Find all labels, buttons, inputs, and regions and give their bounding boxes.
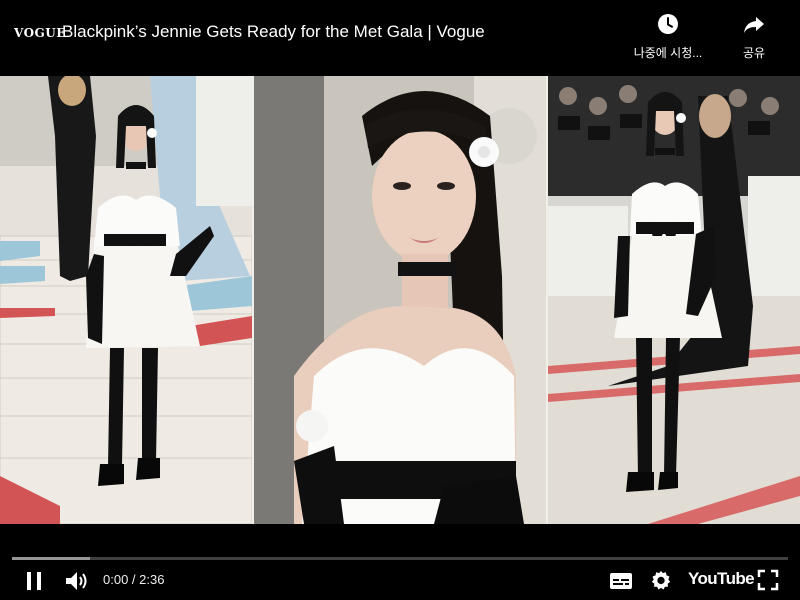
clock-icon [658, 14, 678, 34]
volume-icon [66, 572, 87, 590]
settings-icon [651, 570, 671, 590]
video-player[interactable]: VOGUE Blackpink’s Jennie Gets Ready for … [0, 0, 800, 600]
video-panel-left [0, 76, 252, 524]
pause-button[interactable] [22, 569, 46, 593]
progress-buffered [12, 557, 90, 560]
video-title[interactable]: Blackpink’s Jennie Gets Ready for the Me… [62, 22, 485, 42]
collage-photo-left [0, 76, 252, 524]
pause-icon [27, 572, 41, 590]
progress-bar[interactable] [12, 557, 788, 560]
video-panel-center [254, 76, 546, 524]
share-label: 공유 [742, 46, 766, 60]
time-display: 0:00 / 2:36 [103, 572, 165, 587]
collage-photo-right [548, 76, 800, 524]
video-frame[interactable] [0, 76, 800, 524]
fullscreen-button[interactable] [757, 569, 779, 591]
collage-photo-center [254, 76, 546, 524]
youtube-logo[interactable]: YouTube [688, 569, 755, 589]
share-button[interactable]: 공유 [728, 12, 780, 61]
mute-button[interactable] [64, 569, 90, 593]
channel-logo[interactable]: VOGUE [14, 26, 66, 40]
subtitles-icon [610, 573, 632, 589]
settings-button[interactable] [650, 569, 672, 591]
fullscreen-icon [757, 569, 779, 591]
watch-later-button[interactable]: 나중에 시청... [626, 12, 710, 61]
subtitles-button[interactable] [609, 570, 633, 592]
player-top-bar: VOGUE Blackpink’s Jennie Gets Ready for … [0, 0, 800, 76]
share-arrow-icon [744, 17, 764, 33]
watch-later-label: 나중에 시청... [633, 46, 703, 60]
video-panel-right [548, 76, 800, 524]
